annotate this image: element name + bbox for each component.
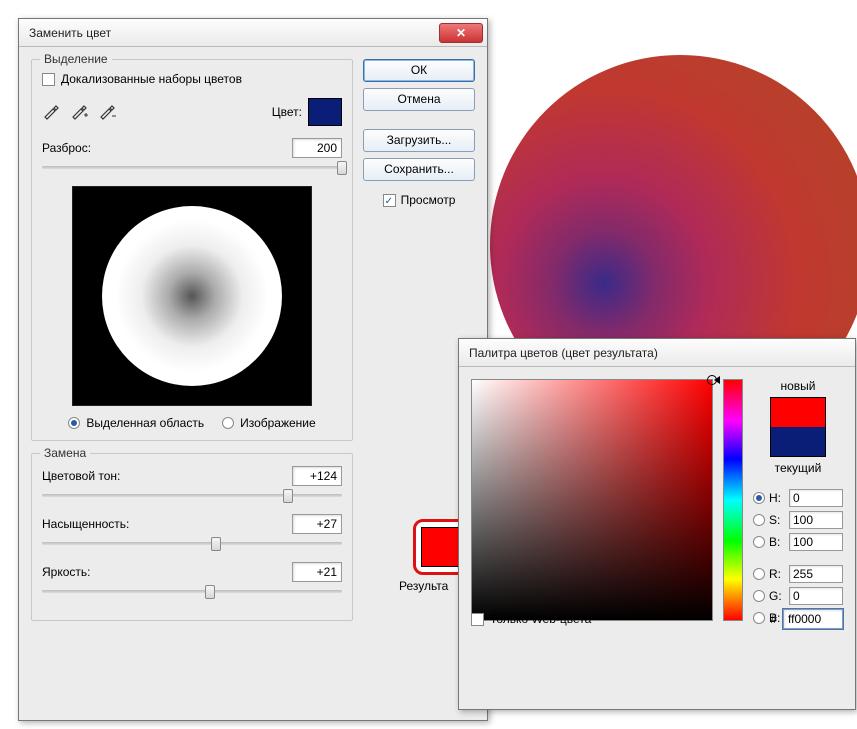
slider-track	[42, 166, 342, 169]
close-icon: ✕	[456, 26, 466, 40]
fuzziness-slider[interactable]	[42, 160, 342, 176]
hue-input[interactable]: +124	[292, 466, 342, 486]
close-button[interactable]: ✕	[439, 23, 483, 43]
localized-label: Докализованные наборы цветов	[61, 72, 242, 86]
eyedropper-minus-icon[interactable]	[98, 102, 116, 120]
slider-thumb[interactable]	[283, 489, 293, 503]
replace-color-dialog: Заменить цвет ✕ Выделение Докализованные…	[18, 18, 488, 721]
hue-strip[interactable]	[723, 379, 743, 621]
label-h: H:	[769, 491, 785, 505]
radio-b[interactable]	[753, 536, 765, 548]
input-r[interactable]: 255	[789, 565, 843, 583]
label-r: R:	[769, 567, 785, 581]
saturation-value-field[interactable]	[471, 379, 713, 621]
radio-g[interactable]	[753, 590, 765, 602]
color-label: Цвет:	[272, 105, 302, 119]
fuzziness-label: Разброс:	[42, 141, 91, 155]
radio-image[interactable]	[222, 417, 234, 429]
save-button[interactable]: Сохранить...	[363, 158, 475, 181]
radio-r[interactable]	[753, 568, 765, 580]
label-g: G:	[769, 589, 785, 603]
hue-slider[interactable]	[42, 488, 342, 504]
slider-thumb[interactable]	[205, 585, 215, 599]
replacement-legend: Замена	[40, 446, 90, 460]
new-current-swatch[interactable]	[770, 397, 826, 457]
result-label: Результа	[399, 579, 448, 593]
titlebar[interactable]: Палитра цветов (цвет результата)	[459, 339, 855, 367]
selection-legend: Выделение	[40, 52, 112, 66]
replacement-group: Замена Цветовой тон: +124 Насыщенность: …	[31, 453, 353, 621]
hex-input[interactable]: ff0000	[783, 609, 843, 629]
slider-thumb[interactable]	[337, 161, 347, 175]
fuzziness-input[interactable]: 200	[292, 138, 342, 158]
result-color-swatch[interactable]	[421, 527, 461, 567]
input-g[interactable]: 0	[789, 587, 843, 605]
input-h[interactable]: 0	[789, 489, 843, 507]
web-only-checkbox[interactable]	[471, 613, 484, 626]
selection-color-swatch[interactable]	[308, 98, 342, 126]
color-picker-dialog: Палитра цветов (цвет результата) новый т…	[458, 338, 856, 710]
radio-image-label: Изображение	[240, 416, 316, 430]
radio-selection-label: Выделенная область	[86, 416, 204, 430]
dialog-title: Палитра цветов (цвет результата)	[469, 346, 658, 360]
lightness-input[interactable]: +21	[292, 562, 342, 582]
saturation-input[interactable]: +27	[292, 514, 342, 534]
radio-h[interactable]	[753, 492, 765, 504]
saturation-slider[interactable]	[42, 536, 342, 552]
preview-checkbox[interactable]	[383, 194, 396, 207]
label-s: S:	[769, 513, 785, 527]
localized-checkbox[interactable]	[42, 73, 55, 86]
lightness-slider[interactable]	[42, 584, 342, 600]
hex-label: #	[770, 612, 777, 626]
input-b[interactable]: 100	[789, 533, 843, 551]
new-color-swatch	[771, 398, 825, 427]
hue-label: Цветовой тон:	[42, 469, 120, 483]
radio-s[interactable]	[753, 514, 765, 526]
selection-preview	[72, 186, 312, 406]
preview-label: Просмотр	[401, 193, 456, 207]
eyedropper-plus-icon[interactable]	[70, 102, 88, 120]
web-only-label: Только Web-цвета	[490, 612, 591, 626]
current-label: текущий	[753, 461, 843, 475]
new-label: новый	[753, 379, 843, 393]
slider-thumb[interactable]	[211, 537, 221, 551]
current-color-swatch	[771, 427, 825, 456]
selection-group: Выделение Докализованные наборы цветов Ц…	[31, 59, 353, 441]
load-button[interactable]: Загрузить...	[363, 129, 475, 152]
sv-arrow-icon	[714, 376, 720, 384]
dialog-title: Заменить цвет	[29, 26, 111, 40]
eyedropper-icon[interactable]	[42, 102, 60, 120]
titlebar[interactable]: Заменить цвет ✕	[19, 19, 487, 47]
label-b: B:	[769, 535, 785, 549]
input-s[interactable]: 100	[789, 511, 843, 529]
saturation-label: Насыщенность:	[42, 517, 129, 531]
preview-mask	[102, 206, 282, 386]
radio-selection[interactable]	[68, 417, 80, 429]
cancel-button[interactable]: Отмена	[363, 88, 475, 111]
lightness-label: Яркость:	[42, 565, 90, 579]
ok-button[interactable]: ОК	[363, 59, 475, 82]
